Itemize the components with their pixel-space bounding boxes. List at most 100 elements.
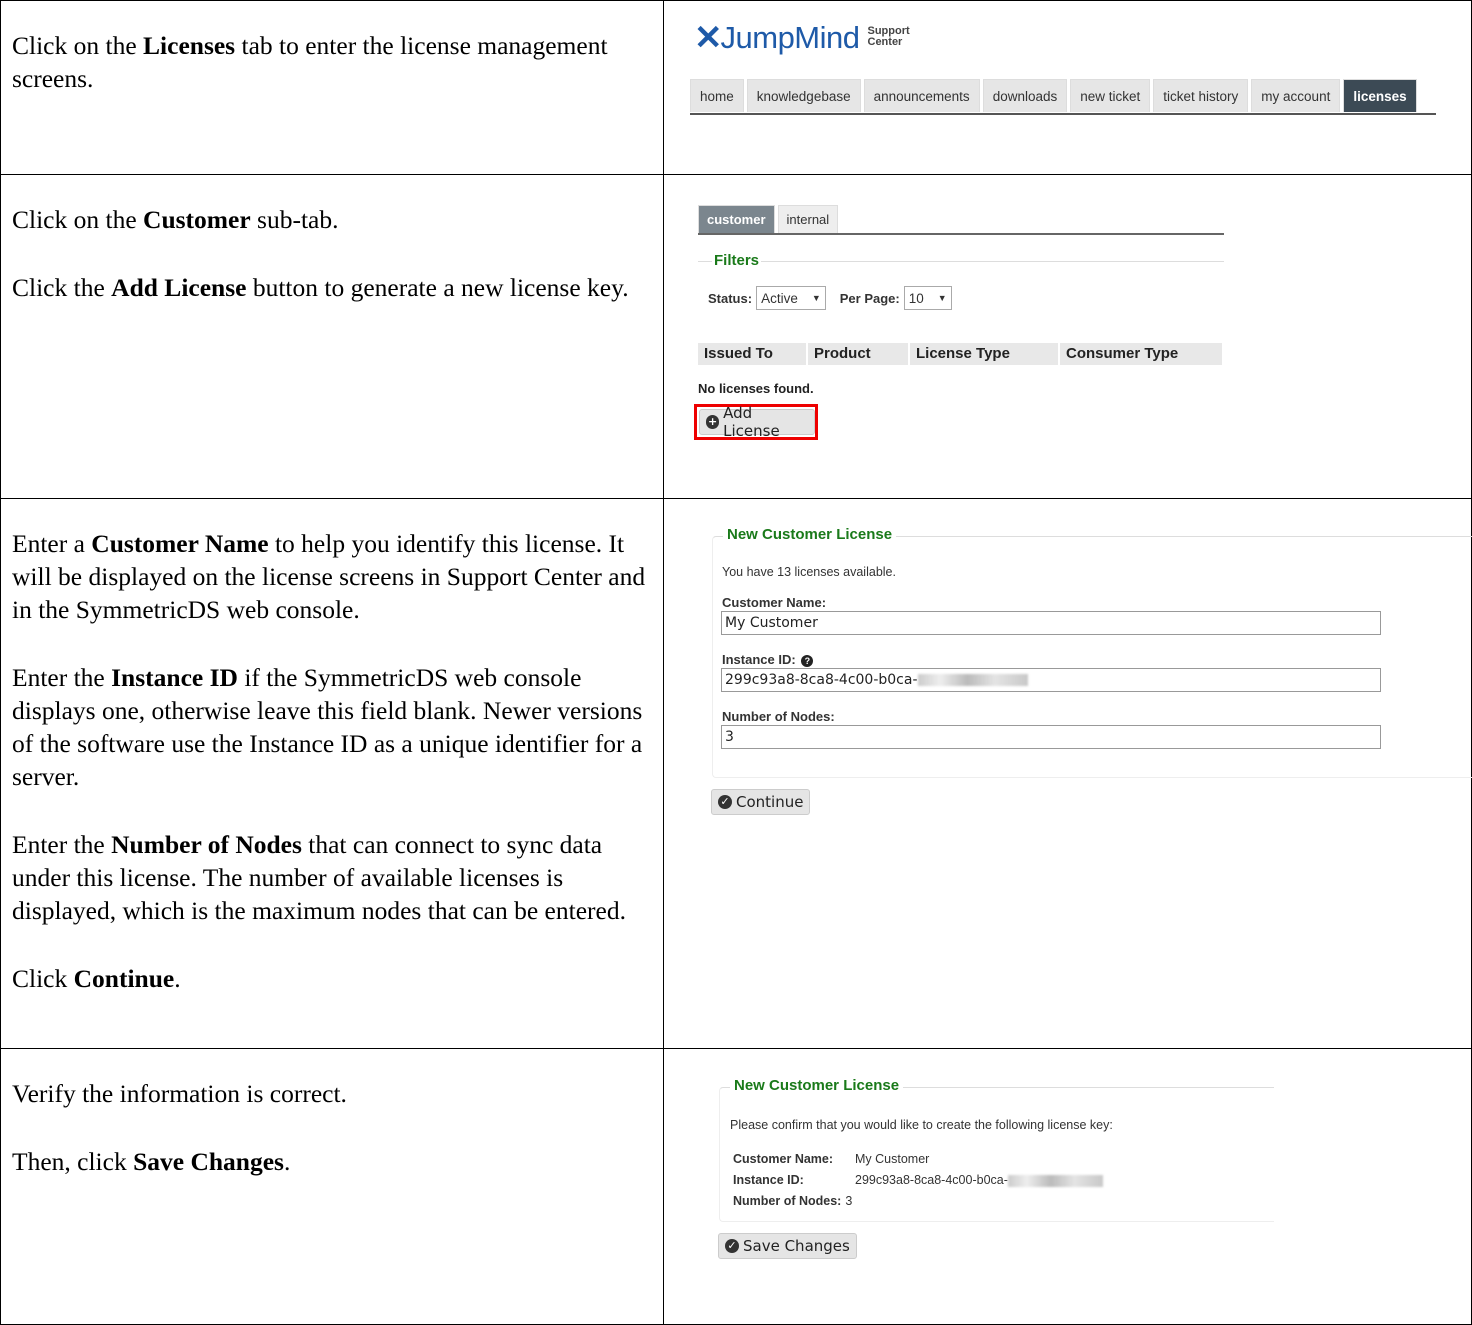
confirm-legend: New Customer License: [730, 1077, 904, 1094]
filters-panel: Filters Status: Active ▼ Per Page: 10 ▼: [698, 252, 1224, 332]
instruction-paragraph: Verify the information is correct.: [12, 1077, 651, 1110]
column-header[interactable]: Issued To: [698, 343, 808, 365]
chevron-down-icon: ▼: [937, 293, 947, 303]
nodes-label: Number of Nodes:: [722, 709, 835, 724]
instruction-text-run: Then, click: [12, 1147, 134, 1176]
instruction-paragraph: Enter a Customer Name to help you identi…: [12, 527, 651, 626]
instruction-emphasis: Customer: [143, 205, 251, 234]
form-legend: New Customer License: [723, 526, 897, 543]
summary-nodes: Number of Nodes: 3: [733, 1194, 853, 1208]
add-license-button[interactable]: + Add License: [699, 404, 815, 440]
confirm-license-screen: New Customer License Please confirm that…: [664, 1049, 1472, 1325]
status-label: Status:: [708, 290, 753, 306]
tab-announcements[interactable]: announcements: [863, 79, 980, 112]
check-circle-icon: ✓: [725, 1239, 739, 1253]
instruction-emphasis: Licenses: [143, 31, 236, 60]
column-header[interactable]: Product: [808, 343, 910, 365]
filters-legend: Filters: [712, 252, 762, 269]
licenses-list-screen: customer internal Filters Status: Active ▼…: [664, 175, 1472, 499]
instruction-cell: Click on the Licenses tab to enter the l…: [0, 0, 664, 175]
continue-button[interactable]: ✓ Continue: [711, 789, 811, 815]
instruction-emphasis: Continue: [73, 964, 175, 993]
screenshot-cell: ✕ JumpMind Support Center home knowledgeba…: [663, 0, 1472, 175]
instruction-text-run: .: [283, 1147, 291, 1176]
instruction-paragraph: Then, click Save Changes.: [12, 1145, 651, 1178]
instruction-emphasis: Save Changes: [133, 1147, 284, 1176]
instance-id-label: Instance ID: ?: [722, 652, 814, 667]
filters-row: Status: Active ▼ Per Page: 10 ▼: [708, 286, 966, 310]
instruction-text-run: sub-tab.: [250, 205, 339, 234]
summary-instance-id: Instance ID: 299c93a8-8ca8-4c00-b0ca-: [733, 1173, 1103, 1187]
nodes-field[interactable]: 3: [721, 725, 1381, 749]
instruction-text-run: Click: [12, 964, 74, 993]
jumpmind-logo-icon: ✕: [694, 19, 723, 57]
plus-circle-icon: +: [706, 415, 720, 429]
add-license-highlight: + Add License: [694, 404, 818, 440]
per-page-select[interactable]: 10 ▼: [903, 286, 952, 310]
tab-ticket-history[interactable]: ticket history: [1153, 79, 1249, 112]
tab-my-account[interactable]: my account: [1251, 79, 1341, 112]
confirm-text: Please confirm that you would like to cr…: [730, 1118, 1113, 1132]
column-header[interactable]: Consumer Type: [1060, 343, 1224, 365]
summary-customer-name: Customer Name: My Customer: [733, 1152, 930, 1166]
licenses-table-header: Issued To Product License Type Consumer Typ…: [698, 343, 1224, 365]
instruction-text: Click on the Licenses tab to enter the l…: [1, 1, 663, 95]
instruction-emphasis: Instance ID: [111, 663, 238, 692]
jumpmind-logo: ✕ JumpMind Support Center: [694, 19, 910, 57]
instruction-cell: Enter a Customer Name to help you identi…: [0, 498, 664, 1049]
tab-home[interactable]: home: [690, 79, 744, 112]
instruction-paragraph: Click on the Customer sub-tab.: [12, 203, 651, 236]
save-changes-button[interactable]: ✓ Save Changes: [718, 1233, 857, 1259]
status-select[interactable]: Active ▼: [756, 286, 826, 310]
column-header[interactable]: License Type: [910, 343, 1060, 365]
support-center-header: ✕ JumpMind Support Center home knowledgeba…: [664, 1, 1472, 175]
instruction-text-run: Click on the: [12, 31, 144, 60]
instruction-cell: Click on the Customer sub-tab. Click the …: [0, 174, 664, 499]
instruction-paragraph: Click Continue.: [12, 962, 651, 995]
instruction-text: Enter a Customer Name to help you identi…: [1, 499, 663, 995]
screenshot-cell: New Customer License You have 13 license…: [663, 498, 1472, 1049]
customer-name-label: Customer Name:: [722, 595, 827, 610]
screenshot-cell: New Customer License Please confirm that…: [663, 1048, 1472, 1325]
check-circle-icon: ✓: [718, 795, 732, 809]
instance-id-field[interactable]: 299c93a8-8ca8-4c00-b0ca-: [721, 668, 1381, 692]
tab-licenses[interactable]: licenses: [1343, 79, 1417, 112]
subtab-internal[interactable]: internal: [777, 205, 839, 233]
instruction-text-run: Enter a: [12, 529, 92, 558]
licenses-available-text: You have 13 licenses available.: [722, 565, 896, 579]
instruction-text: Verify the information is correct. Then, …: [1, 1049, 663, 1178]
instruction-text-run: Enter the: [12, 663, 112, 692]
instruction-cell: Verify the information is correct. Then, …: [0, 1048, 664, 1325]
instruction-emphasis: Customer Name: [91, 529, 269, 558]
logo-subtitle: Support Center: [867, 25, 910, 48]
instruction-emphasis: Add License: [111, 273, 247, 302]
tab-knowledgebase[interactable]: knowledgebase: [746, 79, 861, 112]
step-row-confirm: Verify the information is correct. Then, …: [0, 1048, 1472, 1325]
redacted-blur: [917, 674, 1028, 686]
main-nav-tabs: home knowledgebase announcements downloads n…: [690, 79, 1436, 115]
instruction-text: Click on the Customer sub-tab. Click the …: [1, 175, 663, 304]
instruction-paragraph: Click on the Licenses tab to enter the l…: [12, 29, 651, 95]
new-license-form: New Customer License You have 13 license…: [664, 499, 1472, 1049]
instruction-emphasis: Number of Nodes: [111, 830, 302, 859]
redacted-blur: [1007, 1174, 1103, 1187]
instruction-paragraph: Click the Add License button to generate…: [12, 271, 651, 304]
customer-name-field[interactable]: My Customer: [721, 611, 1381, 635]
logo-text: JumpMind: [720, 20, 861, 55]
help-icon[interactable]: ?: [801, 654, 814, 667]
instruction-text-run: Enter the: [12, 830, 112, 859]
step-row-new-license-form: Enter a Customer Name to help you identi…: [0, 498, 1472, 1049]
instruction-text-run: Click the: [12, 273, 112, 302]
per-page-label: Per Page:: [839, 290, 900, 306]
subtab-customer[interactable]: customer: [698, 205, 775, 233]
screenshot-cell: customer internal Filters Status: Active ▼…: [663, 174, 1472, 499]
license-subtabs: customer internal: [698, 205, 1224, 235]
step-row-licenses-tab: Click on the Licenses tab to enter the l…: [0, 0, 1472, 175]
step-row-add-license: Click on the Customer sub-tab. Click the …: [0, 174, 1472, 499]
chevron-down-icon: ▼: [811, 293, 821, 303]
instruction-text-run: button to generate a new license key.: [246, 273, 629, 302]
instruction-text-run: Verify the information is correct.: [12, 1079, 347, 1108]
empty-message: No licenses found.: [698, 381, 814, 396]
tab-new-ticket[interactable]: new ticket: [1070, 79, 1151, 112]
tab-downloads[interactable]: downloads: [982, 79, 1068, 112]
